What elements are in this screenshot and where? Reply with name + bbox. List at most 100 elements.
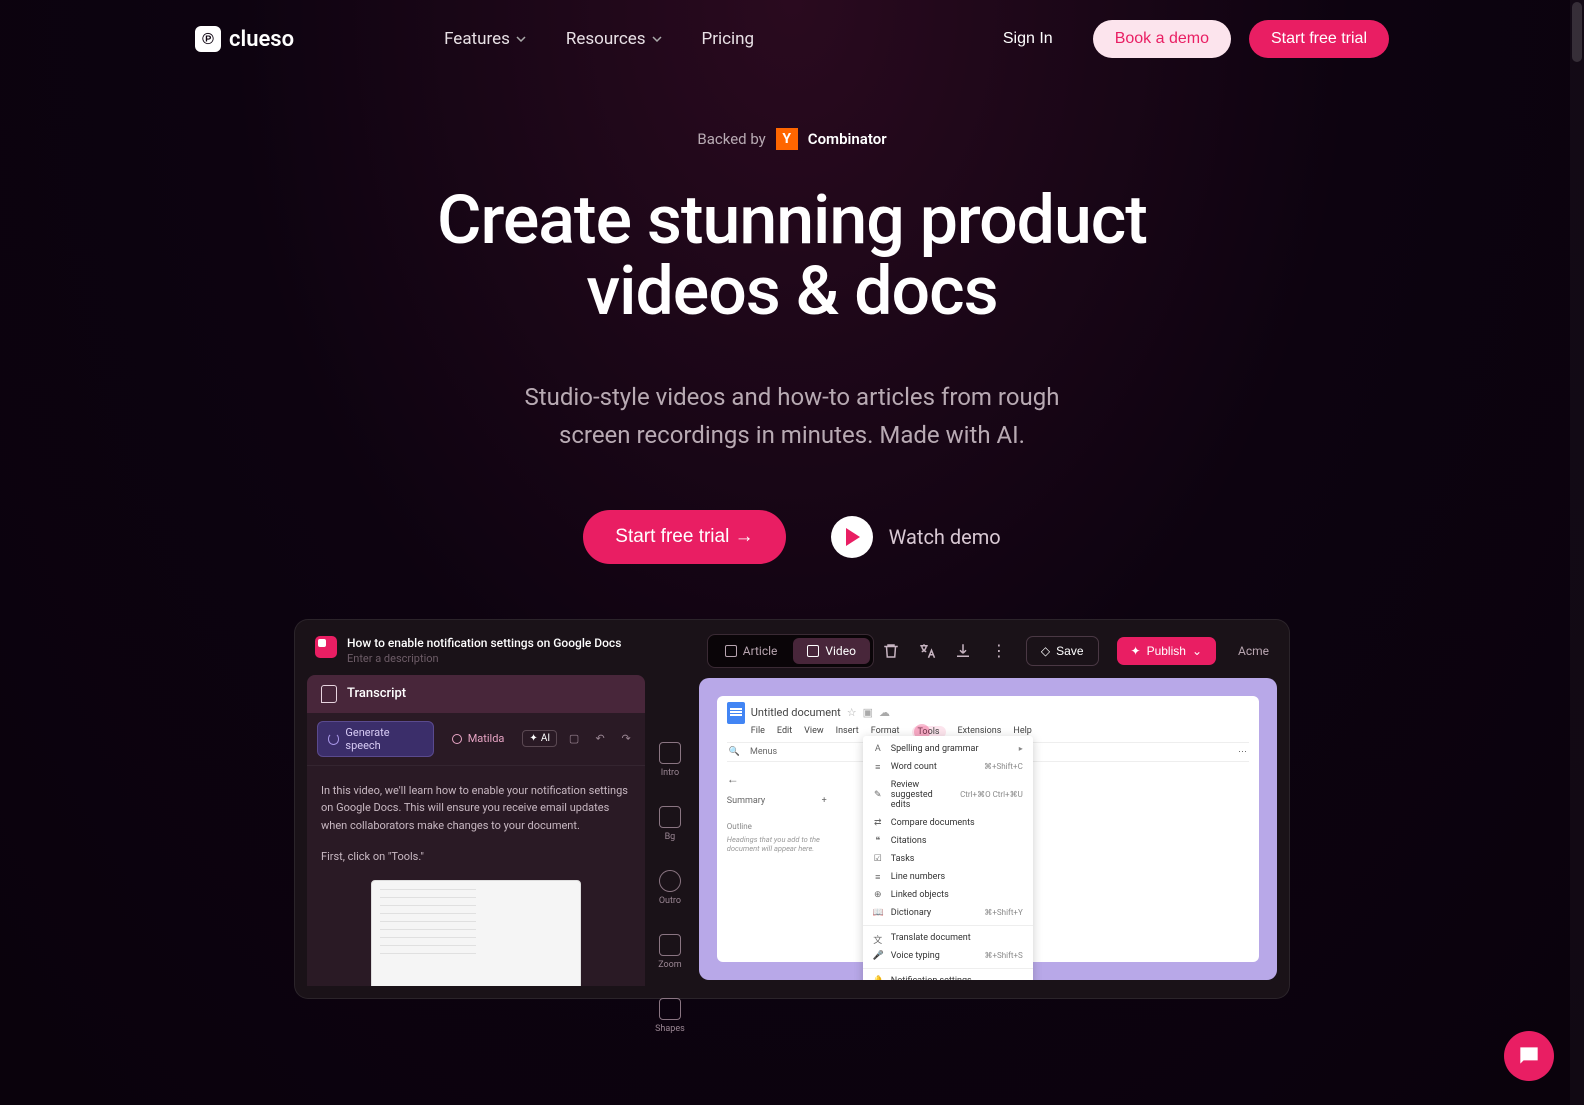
nav-link-features[interactable]: Features: [444, 29, 526, 49]
gdoc-menu-item[interactable]: Insert: [836, 726, 859, 738]
signin-button[interactable]: Sign In: [981, 20, 1075, 58]
dropdown-item[interactable]: ≡Line numbers: [863, 868, 1033, 886]
dropdown-item[interactable]: ⇄Compare documents: [863, 814, 1033, 832]
chevron-down-icon: [652, 36, 662, 42]
dd-label: Linked objects: [891, 890, 1015, 900]
tool-label: Outro: [659, 896, 681, 906]
dd-icon: ⊕: [873, 890, 883, 900]
hero-subtitle: Studio-style videos and how-to articles …: [0, 378, 1584, 455]
dropdown-item[interactable]: A Spelling and grammar ▸: [863, 740, 1033, 758]
tab-label: Video: [825, 644, 856, 658]
dropdown-item[interactable]: 文Translate document: [863, 929, 1033, 947]
image-icon[interactable]: ▢: [565, 730, 583, 748]
video-tools: Intro Bg Outro Zoom Shapes: [645, 632, 695, 986]
page-scrollbar[interactable]: [1570, 0, 1584, 1105]
star-icon: ☆: [847, 706, 857, 719]
gdoc-menu-item[interactable]: View: [804, 726, 823, 738]
gdoc-search[interactable]: Menus: [750, 747, 777, 757]
gdoc-menu-item[interactable]: Edit: [777, 726, 792, 738]
subtitle-line1: Studio-style videos and how-to articles …: [525, 383, 1060, 411]
tool-label: Bg: [665, 832, 676, 842]
nav-right: Sign In Book a demo Start free trial: [981, 20, 1389, 58]
hero-headline: Create stunning product videos & docs: [0, 185, 1584, 328]
tab-video[interactable]: Video: [793, 638, 870, 664]
tool-label: Shapes: [655, 1024, 685, 1034]
save-button[interactable]: ◇ Save: [1026, 636, 1099, 666]
start-trial-button[interactable]: Start free trial: [1249, 20, 1389, 58]
dd-icon: ✎: [873, 790, 883, 800]
dropdown-item[interactable]: ≡Word count⌘+Shift+C: [863, 758, 1033, 776]
publish-button[interactable]: ✦ Publish ⌄: [1117, 637, 1216, 665]
tool-intro[interactable]: Intro: [659, 742, 681, 778]
dropdown-separator: [863, 925, 1033, 926]
person-icon: [452, 734, 462, 744]
dd-label: Citations: [891, 836, 1015, 846]
dd-icon: ≡: [873, 872, 883, 882]
cta-row: Start free trial → Watch demo: [0, 510, 1584, 564]
dropdown-item[interactable]: ✎Review suggested editsCtrl+⌘O Ctrl+⌘U: [863, 776, 1033, 814]
dropdown-item[interactable]: ❝Citations: [863, 832, 1033, 850]
save-label: Save: [1056, 644, 1083, 658]
workspace-name[interactable]: Acme: [1238, 644, 1269, 658]
dropdown-item[interactable]: ⊕ Linked objects: [863, 886, 1033, 904]
watch-demo-button[interactable]: Watch demo: [831, 516, 1001, 558]
preview-column: Article Video ⋮ ◇ Save ✦ Publish ⌄ Acme …: [695, 632, 1277, 986]
script-paragraph: In this video, we'll learn how to enable…: [321, 782, 631, 835]
app-logo-icon: [315, 636, 337, 658]
more-icon[interactable]: ⋮: [990, 642, 1008, 660]
nav-link-pricing[interactable]: Pricing: [702, 29, 755, 49]
tool-zoom[interactable]: Zoom: [658, 934, 681, 970]
toolbar-sep: ⋯: [1238, 747, 1247, 757]
dd-icon: ☑: [873, 854, 883, 864]
tool-outro[interactable]: Outro: [659, 870, 681, 906]
voice-selector[interactable]: Matilda: [442, 728, 515, 749]
tool-bg[interactable]: Bg: [659, 806, 681, 842]
dd-label: Translate document: [891, 933, 1015, 943]
dd-shortcut: ▸: [1019, 744, 1023, 753]
redo-icon[interactable]: ↷: [617, 730, 635, 748]
ai-label: AI: [541, 733, 550, 744]
tab-label: Article: [743, 644, 778, 658]
gdoc-title: Untitled document: [751, 706, 841, 719]
voice-name: Matilda: [468, 732, 505, 745]
transcript-header[interactable]: Transcript: [307, 675, 645, 713]
dd-icon: 🔔: [873, 976, 883, 980]
generate-speech-button[interactable]: Generate speech: [317, 721, 434, 757]
yc-icon: Y: [776, 128, 798, 150]
chat-launcher[interactable]: [1504, 1031, 1554, 1081]
gdoc-menu-item[interactable]: File: [751, 726, 765, 738]
publish-label: Publish: [1147, 644, 1186, 658]
logo-icon: ℗: [195, 26, 221, 52]
video-icon: [807, 645, 819, 657]
gdoc-logo-icon: [727, 702, 745, 724]
dd-icon: A: [873, 744, 883, 754]
gdoc-summary[interactable]: Summary+: [727, 796, 827, 806]
dd-icon: 🎤: [873, 951, 883, 961]
script-paragraph: First, click on "Tools.": [321, 848, 631, 866]
plus-icon[interactable]: +: [822, 796, 827, 806]
cta-start-trial-button[interactable]: Start free trial →: [583, 510, 785, 564]
dropdown-item[interactable]: 🎤Voice typing⌘+Shift+S: [863, 947, 1033, 965]
tool-shapes[interactable]: Shapes: [655, 998, 685, 1034]
dd-label: Review suggested edits: [891, 780, 952, 810]
dropdown-separator: [863, 968, 1033, 969]
dropdown-item[interactable]: 📖Dictionary⌘+Shift+Y: [863, 904, 1033, 922]
ai-button[interactable]: ✦ AI: [522, 730, 557, 747]
nav-link-resources[interactable]: Resources: [566, 29, 662, 49]
trash-icon[interactable]: [882, 642, 900, 660]
tab-switch: Article Video: [707, 634, 874, 668]
script-body[interactable]: In this video, we'll learn how to enable…: [307, 766, 645, 986]
scrollbar-thumb[interactable]: [1572, 2, 1582, 62]
dropdown-item[interactable]: ☑Tasks: [863, 850, 1033, 868]
app-desc-input[interactable]: Enter a description: [347, 652, 621, 665]
download-icon[interactable]: [954, 642, 972, 660]
dd-label: Voice typing: [891, 951, 977, 961]
dropdown-item[interactable]: 🔔Notification settings: [863, 972, 1033, 980]
book-demo-button[interactable]: Book a demo: [1093, 20, 1231, 58]
brand-logo[interactable]: ℗ clueso: [195, 26, 294, 52]
undo-icon[interactable]: ↶: [591, 730, 609, 748]
translate-icon[interactable]: [918, 642, 936, 660]
dd-label: Spelling and grammar: [891, 744, 1011, 754]
gdoc-back-icon[interactable]: ←: [727, 772, 827, 786]
tab-article[interactable]: Article: [711, 638, 792, 664]
